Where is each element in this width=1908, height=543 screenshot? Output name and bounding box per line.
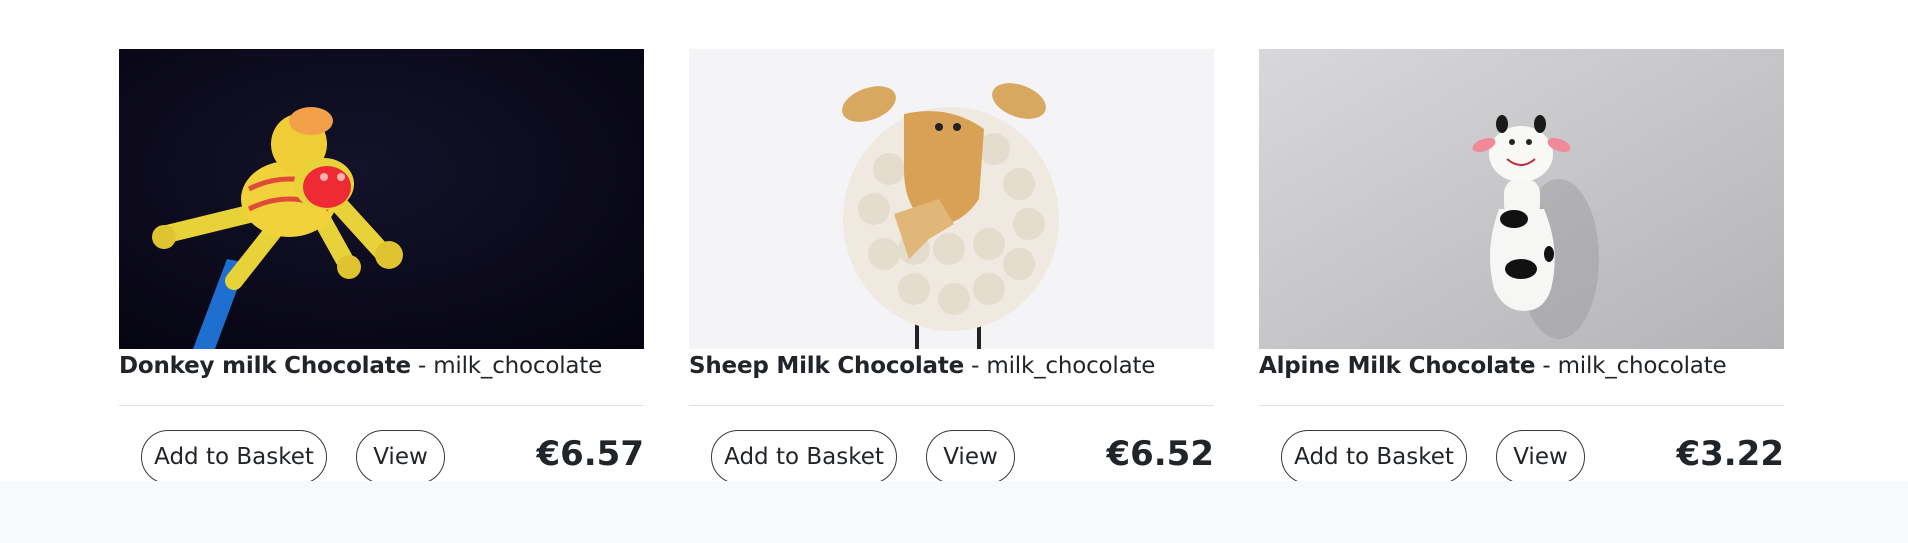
product-name: Sheep Milk Chocolate bbox=[689, 353, 965, 379]
product-title-row: Donkey milk Chocolate - milk_chocolate bbox=[119, 351, 644, 381]
product-image[interactable] bbox=[689, 49, 1214, 349]
product-category: milk_chocolate bbox=[1557, 353, 1727, 379]
donkey-toy-photo bbox=[119, 49, 644, 349]
sheep-toy-photo bbox=[689, 49, 1214, 349]
view-button[interactable]: View bbox=[356, 430, 445, 484]
product-image[interactable] bbox=[119, 49, 644, 349]
product-price: €6.52 bbox=[1106, 434, 1214, 474]
cow-toy-photo bbox=[1259, 49, 1784, 349]
product-list: Donkey milk Chocolate - milk_chocolate A… bbox=[119, 49, 1784, 484]
product-actions: Add to Basket View €3.22 bbox=[1259, 406, 1784, 484]
product-category: milk_chocolate bbox=[986, 353, 1156, 379]
product-name: Alpine Milk Chocolate bbox=[1259, 353, 1536, 379]
add-to-basket-button[interactable]: Add to Basket bbox=[141, 430, 327, 484]
product-card: Sheep Milk Chocolate - milk_chocolate Ad… bbox=[689, 49, 1214, 484]
product-price: €3.22 bbox=[1676, 434, 1784, 474]
product-title-row: Alpine Milk Chocolate - milk_chocolate bbox=[1259, 351, 1784, 381]
product-category: milk_chocolate bbox=[433, 353, 603, 379]
title-separator: - bbox=[410, 353, 434, 379]
view-button[interactable]: View bbox=[1496, 430, 1585, 484]
add-to-basket-button[interactable]: Add to Basket bbox=[711, 430, 897, 484]
product-actions: Add to Basket View €6.52 bbox=[689, 406, 1214, 484]
product-title-row: Sheep Milk Chocolate - milk_chocolate bbox=[689, 351, 1214, 381]
product-card: Alpine Milk Chocolate - milk_chocolate A… bbox=[1259, 49, 1784, 484]
product-card: Donkey milk Chocolate - milk_chocolate A… bbox=[119, 49, 644, 484]
view-button[interactable]: View bbox=[926, 430, 1015, 484]
product-image[interactable] bbox=[1259, 49, 1784, 349]
product-actions: Add to Basket View €6.57 bbox=[119, 406, 644, 484]
product-name: Donkey milk Chocolate bbox=[119, 353, 411, 379]
title-separator: - bbox=[964, 353, 987, 379]
product-price: €6.57 bbox=[536, 434, 644, 474]
footer-band bbox=[0, 481, 1908, 543]
add-to-basket-button[interactable]: Add to Basket bbox=[1281, 430, 1467, 484]
title-separator: - bbox=[1535, 353, 1558, 379]
